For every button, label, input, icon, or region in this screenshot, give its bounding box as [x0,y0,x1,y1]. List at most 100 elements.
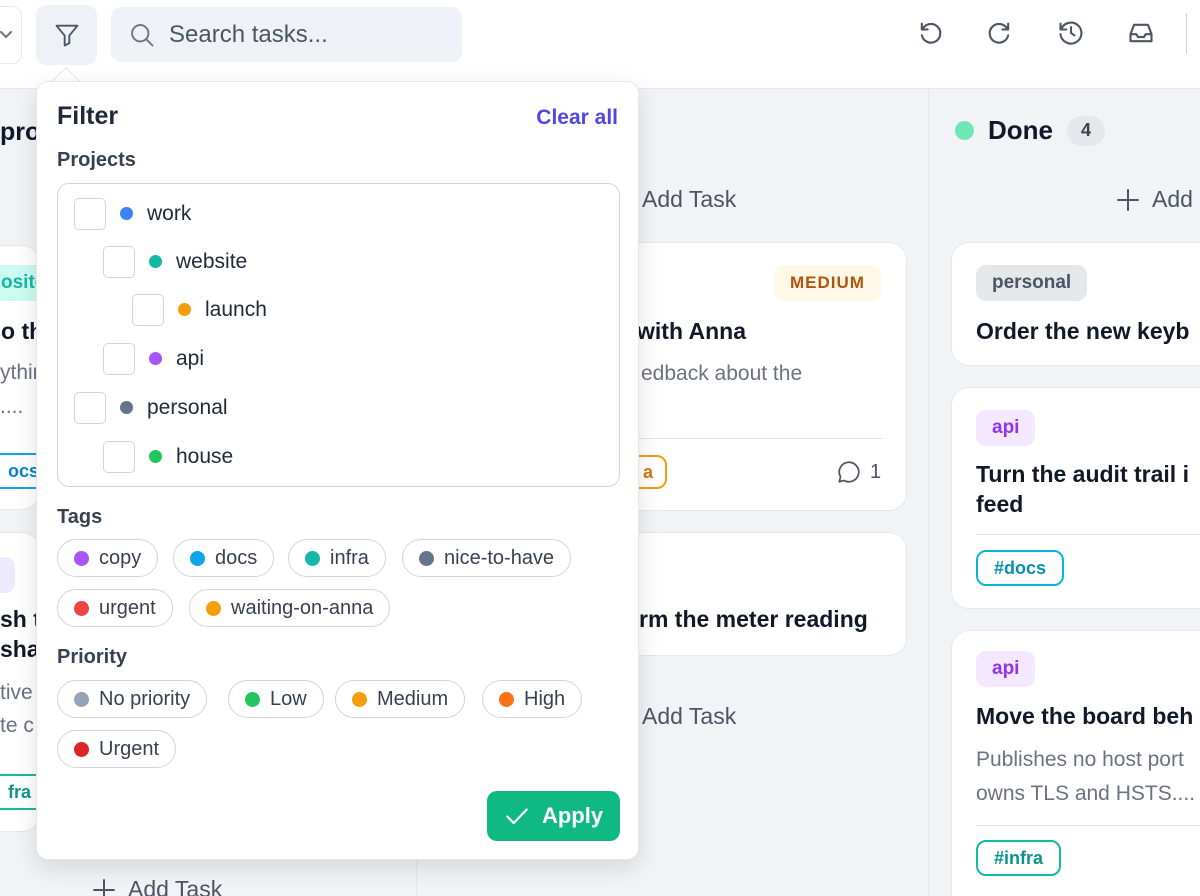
comment-icon [838,461,860,483]
project-option-label: website [176,249,248,273]
priority-chip-high[interactable]: High [482,680,583,718]
task-card[interactable]: api Move the board beh Publishes no host… [951,630,1200,896]
project-option-launch[interactable]: launch [132,293,267,326]
checkbox[interactable] [103,245,135,278]
filter-popover: Filter Clear all Projects work website l… [36,81,639,860]
task-hashtag[interactable]: #docs [976,550,1065,586]
filter-icon [55,24,78,47]
priority-chip-urgent[interactable]: Urgent [57,730,177,768]
task-title: sh t [0,606,41,632]
checkbox[interactable] [74,391,106,424]
undo-icon [920,22,942,44]
project-tag: api [976,410,1036,446]
tag-chip-copy[interactable]: copy [57,539,159,577]
project-option-label: launch [205,297,267,321]
project-color-dot [178,303,191,316]
task-hashtag[interactable]: #infra [976,840,1062,876]
checkbox[interactable] [103,440,135,473]
task-title: feed [976,491,1024,517]
tag-color-dot [74,600,89,616]
task-card[interactable]: personal Order the new keyb [951,242,1200,366]
project-option-website[interactable]: website [103,245,247,278]
task-description: .... [0,395,24,418]
column-heading-in-progress: pro [0,118,41,146]
projects-list: work website launch api personal house [57,183,620,487]
task-title: rm the meter reading [639,606,868,632]
check-icon [506,808,528,825]
tag-chip-label: docs [215,546,258,569]
project-option-work[interactable]: work [74,197,191,230]
search-box[interactable] [111,7,462,62]
task-title: o the [1,318,39,344]
priority-chip-label: Medium [377,687,449,710]
plus-icon [93,878,115,896]
comment-count-label: 1 [870,460,882,483]
tag-color-dot [305,550,320,566]
project-option-personal[interactable]: personal [74,391,228,424]
add-task-label: Add Task [642,703,737,729]
tag-chip-docs[interactable]: docs [173,539,275,577]
checkbox[interactable] [103,342,135,375]
task-description: owns TLS and HSTS.... [976,782,1196,805]
tag-chip-label: copy [99,546,142,569]
redo-button[interactable] [986,19,1014,47]
view-dropdown[interactable] [0,6,22,64]
priority-chip-none[interactable]: No priority [57,680,208,718]
add-task-button[interactable]: Add Task [92,876,222,896]
tag-chip-infra[interactable]: infra [288,539,386,577]
tag-chip-nice-to-have[interactable]: nice-to-have [402,539,572,577]
undo-button[interactable] [916,19,944,47]
inbox-button[interactable] [1127,19,1155,47]
priority-chip-medium[interactable]: Medium [335,680,466,718]
project-color-dot [120,401,133,414]
priority-color-dot [74,741,89,757]
clear-all-link[interactable]: Clear all [536,106,618,130]
chevron-down-icon [0,31,12,39]
tag-color-dot [419,550,434,566]
project-color-dot [149,352,162,365]
top-toolbar [0,0,1200,89]
task-description: te c [0,714,34,737]
task-title: sha [0,636,40,662]
project-color-dot [149,450,162,463]
column-divider [928,89,929,896]
history-button[interactable] [1057,19,1085,47]
search-input[interactable] [169,20,459,49]
task-title: with Anna [637,318,747,344]
priority-chip-label: High [524,687,566,710]
apply-button[interactable]: Apply [487,791,620,841]
checkbox[interactable] [132,293,164,326]
column-title: Done [988,115,1053,145]
filter-title: Filter [57,102,119,130]
card-divider [976,534,1200,535]
priority-chip-label: Urgent [99,737,160,760]
redo-icon [988,22,1010,44]
project-option-house[interactable]: house [103,440,233,473]
status-dot [955,121,974,140]
tag-chip-label: urgent [99,596,156,619]
filter-button[interactable] [36,5,97,65]
checkbox[interactable] [74,197,106,230]
tag-chip-waiting-on-anna[interactable]: waiting-on-anna [189,589,391,627]
task-card[interactable]: api Turn the audit trail i feed #docs [951,387,1200,609]
priority-chip-label: No priority [99,687,191,710]
task-title: Turn the audit trail i [976,461,1189,487]
card-divider [976,825,1200,826]
tags-label: Tags [57,506,103,528]
tag-chip-label: infra [330,546,369,569]
tag-chip-urgent[interactable]: urgent [57,589,173,627]
add-task-button[interactable]: Add [1116,186,1193,213]
priority-chip-low[interactable]: Low [228,680,324,718]
comment-count[interactable]: 1 [836,459,881,485]
apply-label: Apply [541,803,604,828]
column-header-done: Done 4 [955,115,1105,146]
priority-color-dot [499,691,514,707]
project-tag: api [976,651,1036,687]
project-color-dot [149,255,162,268]
tag-color-dot [74,550,89,566]
priority-badge: MEDIUM [774,265,881,301]
task-title: Move the board beh [976,703,1194,729]
add-task-label: Add [1152,186,1193,212]
task-description: edback about the [641,362,803,385]
project-option-api[interactable]: api [103,342,204,375]
